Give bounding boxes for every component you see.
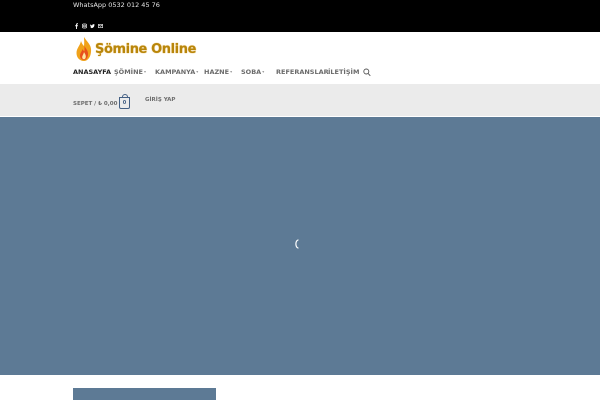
chevron-down-icon: ▾ bbox=[230, 69, 233, 74]
chevron-down-icon: ▾ bbox=[196, 69, 199, 74]
flame-icon bbox=[76, 37, 92, 61]
nav-label: REFERANSLAR bbox=[276, 68, 329, 76]
cart-link[interactable]: SEPET / ₺ 0,00 bbox=[73, 101, 117, 107]
nav-item-soba[interactable]: SOBA▾ bbox=[241, 68, 264, 76]
hero-slider bbox=[0, 117, 600, 375]
login-link[interactable]: GİRİŞ YAP bbox=[145, 97, 175, 103]
site-header: Şömine Online ANASAYFA ŞÖMİNE▾ KAMPANYA▾… bbox=[0, 32, 600, 85]
loading-spinner-icon bbox=[295, 239, 299, 249]
email-icon[interactable] bbox=[98, 23, 103, 29]
nav-label: SOBA bbox=[241, 68, 262, 76]
nav-item-kampanya[interactable]: KAMPANYA▾ bbox=[155, 68, 198, 76]
nav-item-anasayfa[interactable]: ANASAYFA bbox=[73, 68, 111, 76]
instagram-icon[interactable] bbox=[82, 23, 87, 29]
social-links bbox=[74, 23, 103, 29]
content-block bbox=[73, 388, 216, 400]
whatsapp-contact[interactable]: WhatsApp 0532 012 45 76 bbox=[73, 1, 160, 10]
nav-label: ANASAYFA bbox=[73, 68, 112, 76]
nav-label: KAMPANYA bbox=[155, 68, 196, 76]
nav-item-iletisim[interactable]: İLETİŞİM bbox=[328, 68, 359, 76]
facebook-icon[interactable] bbox=[74, 23, 79, 29]
nav-item-hazne[interactable]: HAZNE▾ bbox=[204, 68, 232, 76]
twitter-icon[interactable] bbox=[90, 23, 95, 29]
chevron-down-icon: ▾ bbox=[262, 69, 265, 74]
chevron-down-icon: ▾ bbox=[143, 69, 146, 74]
cart-icon[interactable]: 0 bbox=[119, 94, 130, 109]
nav-item-somine[interactable]: ŞÖMİNE▾ bbox=[114, 68, 146, 76]
cart-bar: SEPET / ₺ 0,00 0 GİRİŞ YAP bbox=[0, 84, 600, 116]
nav-item-referanslar[interactable]: REFERANSLAR bbox=[276, 68, 329, 76]
logo-text: Şömine Online bbox=[95, 41, 196, 57]
nav-label: İLETİŞİM bbox=[328, 68, 360, 76]
site-logo[interactable]: Şömine Online bbox=[75, 35, 196, 63]
nav-label: HAZNE bbox=[204, 68, 230, 76]
top-bar: WhatsApp 0532 012 45 76 bbox=[0, 0, 600, 32]
search-icon[interactable] bbox=[363, 68, 371, 77]
nav-label: ŞÖMİNE bbox=[114, 68, 143, 76]
